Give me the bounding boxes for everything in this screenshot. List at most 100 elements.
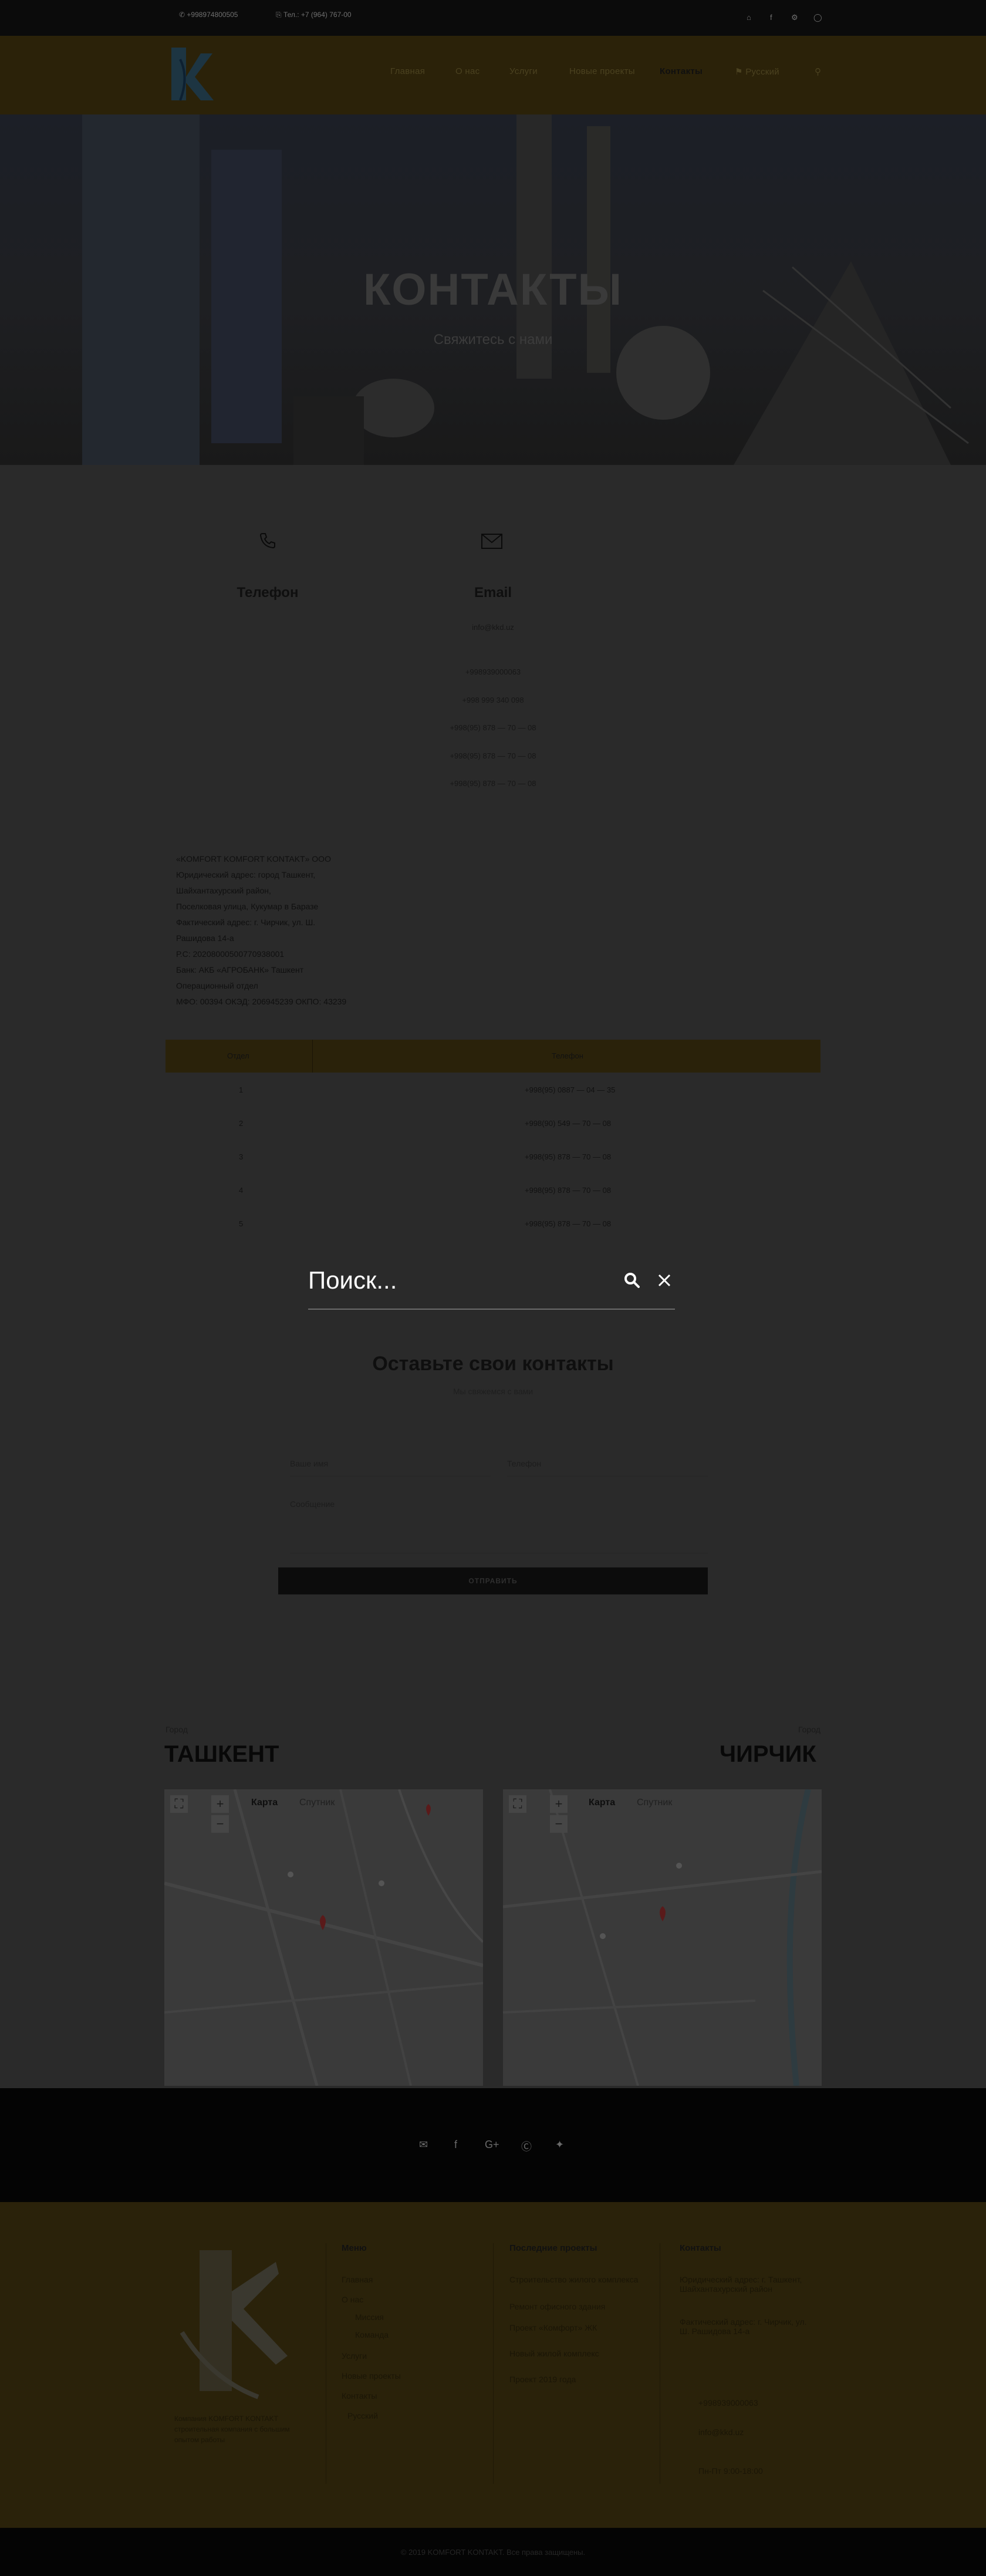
google-plus-icon[interactable]: G+ xyxy=(485,2139,499,2151)
table-row: 2 +998(90) 549 — 70 — 08 xyxy=(166,1106,820,1139)
footer-contact-line: Фактический адрес: г. Чирчик, ул. Ш. Раш… xyxy=(680,2317,807,2336)
phone-number[interactable]: +998 999 340 098 xyxy=(405,696,581,704)
instagram-icon[interactable]: ◯ xyxy=(813,13,822,22)
facebook-icon[interactable]: f xyxy=(770,13,772,22)
phone-number[interactable]: +998(95) 878 — 70 — 08 xyxy=(405,751,581,760)
table-cell-phone[interactable]: +998(95) 878 — 70 — 08 xyxy=(525,1186,611,1195)
footer-project-link[interactable]: Строительство жилого комплекса xyxy=(509,2275,639,2284)
footer-menu-item[interactable]: Русский xyxy=(347,2411,378,2420)
table-cell-phone[interactable]: +998(90) 549 — 70 — 08 xyxy=(525,1119,611,1128)
footer-contact-line: Пн-Пт 9:00-18:00 xyxy=(698,2466,763,2476)
twitter-icon[interactable]: ✦ xyxy=(555,2139,564,2151)
footer-contact-line[interactable]: info@kkd.uz xyxy=(698,2427,744,2437)
skype-icon[interactable]: Ⓒ xyxy=(521,2139,532,2154)
fullscreen-icon[interactable]: ⛶ xyxy=(170,1795,188,1813)
message-field[interactable]: Сообщение xyxy=(290,1495,708,1553)
site-header: Главная О нас Услуги Новые проекты Конта… xyxy=(0,36,986,114)
settings-icon[interactable]: ⚙ xyxy=(791,13,798,22)
phone-number[interactable]: +998(95) 878 — 70 — 08 xyxy=(405,723,581,732)
table-cell-department: 1 xyxy=(239,1085,244,1094)
map-tashkent[interactable]: ⛶ Карта Спутник + − xyxy=(164,1789,483,2086)
table-cell-phone[interactable]: +998(95) 878 — 70 — 08 xyxy=(525,1219,611,1228)
table-cell-department: 3 xyxy=(239,1152,244,1161)
footer-project-link[interactable]: Новый жилой комплекс xyxy=(509,2349,639,2358)
map-tab-satellite[interactable]: Спутник xyxy=(299,1798,335,1808)
map-chirchik[interactable]: ⛶ Карта Спутник + − xyxy=(503,1789,822,2086)
city-name-tashkent: ТАШКЕНТ xyxy=(164,1741,279,1767)
zoom-in-button[interactable]: + xyxy=(550,1795,568,1813)
map-tab-satellite[interactable]: Спутник xyxy=(637,1798,672,1808)
site-footer: Компания KOMFORT KONTAKT строительная ко… xyxy=(0,2202,986,2528)
footer-menu-item[interactable]: Миссия xyxy=(355,2312,384,2322)
city-label-tashkent: Город xyxy=(166,1725,188,1734)
map-streets xyxy=(164,1789,483,2086)
search-icon[interactable] xyxy=(624,1272,640,1289)
form-title: Оставьте свои контакты xyxy=(372,1353,614,1375)
department-table-header: Отдел Телефон xyxy=(166,1040,820,1073)
zoom-out-button[interactable]: − xyxy=(550,1815,568,1833)
nav-home[interactable]: Главная xyxy=(390,66,425,76)
nav-new-projects[interactable]: Новые проекты xyxy=(569,66,635,76)
table-cell-department: 5 xyxy=(239,1219,244,1228)
map-tab-map[interactable]: Карта xyxy=(589,1798,615,1808)
nav-about[interactable]: О нас xyxy=(455,66,480,76)
footer-project-link[interactable]: Ремонт офисного здания xyxy=(509,2302,639,2311)
topbar-phone-text: +998974800505 xyxy=(187,11,238,19)
footer-menu-item[interactable]: Контакты xyxy=(342,2391,377,2400)
phone-field[interactable]: Телефон xyxy=(507,1454,708,1476)
requisites-line: Р.С: 20208000500770938001 xyxy=(176,949,285,959)
nav-language[interactable]: ⚑ Русский xyxy=(735,66,779,77)
footer-project-link[interactable]: Проект «Комфорт» ЖК xyxy=(509,2323,639,2332)
requisites-line: Юридический адрес: город Ташкент, xyxy=(176,870,316,879)
home-icon[interactable]: ⌂ xyxy=(747,13,751,22)
envelope-icon xyxy=(481,534,502,549)
footer-about-text: Компания KOMFORT KONTAKT строительная ко… xyxy=(174,2415,290,2444)
envelope-icon[interactable]: ✉ xyxy=(419,2139,428,2151)
submit-button[interactable]: ОТПРАВИТЬ xyxy=(278,1567,708,1594)
table-row: 1 +998(95) 0887 — 04 — 35 xyxy=(166,1073,820,1106)
table-cell-phone[interactable]: +998(95) 878 — 70 — 08 xyxy=(525,1152,611,1161)
footer-contact-line[interactable]: +998939000063 xyxy=(698,2398,758,2408)
footer-logo xyxy=(180,2250,288,2399)
copyright-bar: © 2019 KOMFORT KONTAKT. Все права защище… xyxy=(0,2528,986,2576)
map-tab-map[interactable]: Карта xyxy=(251,1798,278,1808)
form-subtitle: Мы свяжемся с вами xyxy=(453,1387,533,1396)
footer-divider xyxy=(493,2243,494,2484)
requisites-line: «KOMFORT KOMFORT KONTAKT» OOO xyxy=(176,854,331,864)
table-cell-department: 4 xyxy=(239,1186,244,1195)
zoom-in-button[interactable]: + xyxy=(211,1795,229,1813)
requisites-line: Банк: АКБ «АГРОБАНК» Ташкент xyxy=(176,965,304,975)
nav-language-label: Русский xyxy=(745,67,779,77)
table-cell-phone[interactable]: +998(95) 0887 — 04 — 35 xyxy=(525,1085,615,1094)
email-value[interactable]: info@kkd.uz xyxy=(405,623,581,632)
table-cell-department: 2 xyxy=(239,1119,244,1128)
search-input[interactable]: Поиск... xyxy=(308,1266,397,1294)
nav-contacts[interactable]: Контакты xyxy=(660,66,703,76)
nav-services[interactable]: Услуги xyxy=(509,66,538,76)
zoom-out-button[interactable]: − xyxy=(211,1815,229,1833)
company-logo[interactable] xyxy=(166,42,218,105)
phone-number[interactable]: +998(95) 878 — 70 — 08 xyxy=(405,779,581,788)
close-icon[interactable] xyxy=(657,1273,671,1287)
requisites-line: Рашидова 14-а xyxy=(176,933,234,943)
phone-number[interactable]: +998939000063 xyxy=(405,667,581,676)
footer-project-link[interactable]: Проект 2019 года xyxy=(509,2375,639,2384)
topbar-phone[interactable]: ✆ +998974800505 xyxy=(179,11,238,19)
footer-menu-item[interactable]: Новые проекты xyxy=(342,2371,401,2381)
hero-title: КОНТАКТЫ xyxy=(363,265,623,315)
name-field[interactable]: Ваше имя xyxy=(290,1454,491,1476)
footer-menu-item[interactable]: Команда xyxy=(355,2330,389,2339)
footer-menu-item[interactable]: Главная xyxy=(342,2275,373,2284)
search-icon[interactable]: ⚲ xyxy=(815,66,821,77)
copyright-text: © 2019 KOMFORT KONTAKT. Все права защище… xyxy=(400,2548,586,2557)
topbar-fax[interactable]: ⎘ Тел.: +7 (964) 767-00 xyxy=(276,11,352,19)
footer-menu-item[interactable]: О нас xyxy=(342,2295,363,2304)
fullscreen-icon[interactable]: ⛶ xyxy=(509,1795,526,1813)
footer-menu-item[interactable]: Услуги xyxy=(342,2351,367,2361)
email-label: Email xyxy=(474,585,512,601)
table-row: 5 +998(95) 878 — 70 — 08 xyxy=(166,1206,820,1240)
facebook-icon[interactable]: f xyxy=(454,2139,457,2151)
hero-subtitle: Свяжитесь с нами xyxy=(433,332,553,348)
requisites-line: Фактический адрес: г. Чирчик, ул. Ш. xyxy=(176,918,316,927)
hero-banner: КОНТАКТЫ Свяжитесь с нами xyxy=(0,114,986,465)
